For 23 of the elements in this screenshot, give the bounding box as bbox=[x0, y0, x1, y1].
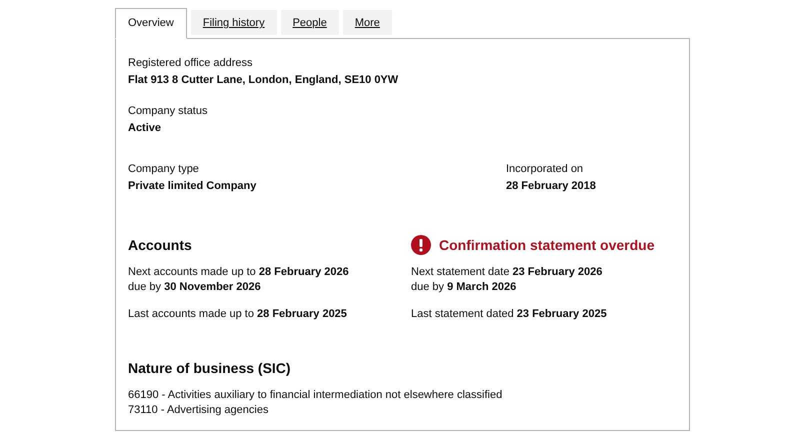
field-value: 28 February 2018 bbox=[506, 179, 597, 194]
detail-text: due by 30 November 2026 bbox=[128, 280, 262, 295]
sic-code-text: 66190 - Activities auxiliary to financial intermediation not elsewhere classified bbox=[128, 388, 504, 403]
field-value: Active bbox=[128, 121, 162, 136]
section-heading: Nature of business (SIC) bbox=[128, 359, 291, 378]
detail-text: due by 9 March 2026 bbox=[411, 280, 518, 295]
field-value: Private limited Company bbox=[128, 179, 258, 194]
detail-text: Last statement dated 23 February 2025 bbox=[411, 307, 608, 322]
section-heading: Confirmation statement overdue bbox=[439, 236, 654, 255]
tab[interactable]: Overview bbox=[115, 8, 187, 39]
detail-text: Next statement date 23 February 2026 bbox=[411, 265, 604, 280]
field-label: Company type bbox=[128, 162, 200, 177]
tab[interactable]: Filing history bbox=[190, 10, 277, 35]
field-label: Incorporated on bbox=[506, 162, 584, 177]
field-label: Company status bbox=[128, 104, 208, 119]
field-value: Flat 913 8 Cutter Lane, London, England, SE10 0YW bbox=[128, 73, 400, 88]
detail-text: Last accounts made up to 28 February 2025 bbox=[128, 307, 348, 322]
sic-code-text: 73110 - Advertising agencies bbox=[128, 403, 270, 418]
field-label: Registered office address bbox=[128, 56, 254, 71]
detail-text: Next accounts made up to 28 February 2026 bbox=[128, 265, 350, 280]
section-heading: Accounts bbox=[128, 236, 192, 255]
tab[interactable]: More bbox=[342, 10, 392, 35]
tab[interactable]: People bbox=[280, 10, 339, 35]
